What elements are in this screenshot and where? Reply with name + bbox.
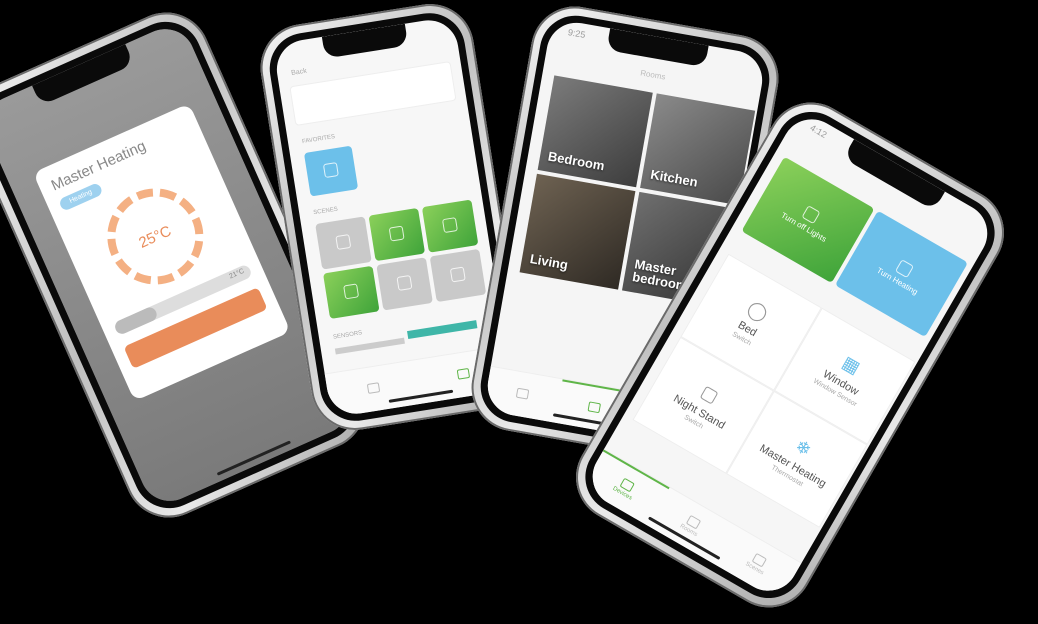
back-link[interactable]: Back: [291, 68, 307, 77]
bulb-icon: [388, 225, 405, 242]
temperature-value: 25°C: [136, 222, 174, 252]
bulb-icon: [449, 265, 466, 283]
room-label: Bedroom: [546, 148, 606, 174]
scene-tile-2[interactable]: [368, 207, 426, 262]
slider-fill: [112, 305, 159, 337]
tab-devices[interactable]: [325, 360, 422, 418]
room-bedroom[interactable]: Bedroom: [537, 75, 653, 188]
temperature-dial[interactable]: 25°C: [91, 173, 219, 301]
scene-tile-3[interactable]: [421, 199, 479, 253]
tab-devices[interactable]: [483, 367, 562, 423]
bulb-icon: [343, 282, 360, 299]
room-label: Kitchen: [649, 167, 699, 191]
sensor-bar-active: [407, 320, 478, 340]
section-favorites: FAVORITES: [301, 134, 336, 146]
scene-tile-5[interactable]: [376, 257, 433, 311]
switch-icon: ▢: [697, 381, 723, 407]
section-scenes: SCENES: [312, 206, 339, 217]
scene-tile-1[interactable]: [315, 216, 372, 270]
bulb-icon: [441, 216, 458, 233]
info-card: [289, 61, 457, 127]
bulb-icon: [335, 233, 352, 250]
scenes-icon: [456, 367, 471, 380]
section-sensors: SENSORS: [332, 330, 363, 341]
scene-tile-4[interactable]: [322, 265, 380, 320]
rooms-icon: [587, 401, 602, 414]
bulb-icon: [396, 274, 413, 291]
sensor-bar: [334, 337, 405, 355]
snowflake-icon: [322, 161, 339, 178]
slider-value: 21°C: [228, 267, 246, 281]
bulb-icon: ◯: [743, 297, 772, 325]
devices-icon: [516, 387, 530, 400]
favorite-tile[interactable]: [303, 145, 359, 197]
status-time: 4:12: [808, 122, 829, 140]
devices-icon: [366, 382, 380, 394]
snowflake-icon: ❄: [791, 435, 815, 461]
room-living[interactable]: Living: [519, 173, 636, 290]
status-time: 9:25: [567, 27, 587, 41]
scene-tile-6[interactable]: [429, 248, 487, 303]
window-icon: ▦: [838, 352, 864, 378]
room-label: Living: [528, 251, 570, 273]
